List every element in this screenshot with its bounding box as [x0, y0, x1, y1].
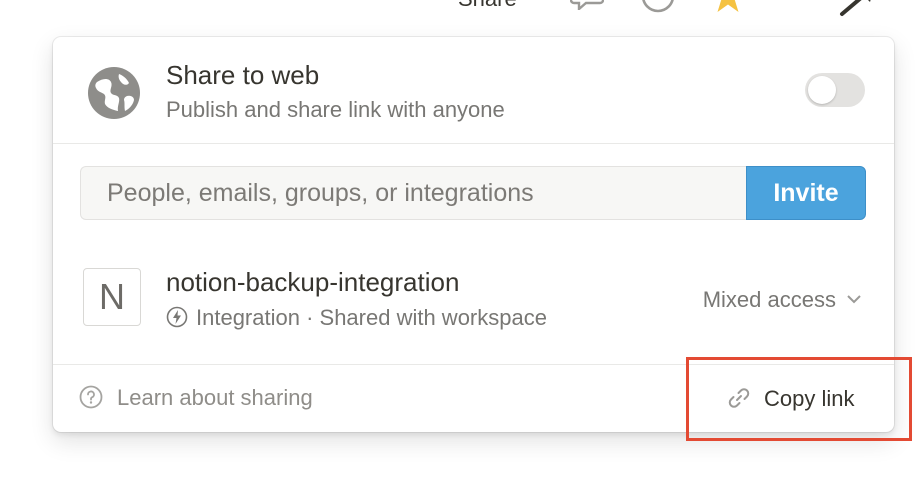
- share-to-web-row[interactable]: Share to web Publish and share link with…: [53, 37, 894, 144]
- more-icon[interactable]: [838, 0, 878, 18]
- invite-button[interactable]: Invite: [746, 166, 866, 220]
- member-subtitle-row: Integration · Shared with workspace: [166, 305, 547, 331]
- member-name: notion-backup-integration: [166, 267, 460, 297]
- learn-about-sharing-link[interactable]: Learn about sharing: [79, 385, 313, 411]
- chevron-down-icon: [847, 295, 861, 304]
- invite-bar: Invite: [80, 166, 866, 222]
- page-topbar: Share: [0, 0, 918, 30]
- member-subtitle: Integration · Shared with workspace: [196, 305, 547, 330]
- access-dropdown[interactable]: Mixed access: [703, 287, 862, 313]
- toggle-knob: [808, 76, 836, 104]
- share-to-web-toggle[interactable]: [805, 73, 865, 107]
- invite-search-input[interactable]: [80, 166, 746, 220]
- comment-icon[interactable]: [570, 0, 604, 10]
- access-label: Mixed access: [702, 287, 836, 312]
- integration-avatar: N: [83, 268, 141, 326]
- clock-icon[interactable]: [640, 0, 676, 14]
- learn-about-sharing-label: Learn about sharing: [117, 385, 313, 410]
- share-to-web-subtitle: Publish and share link with anyone: [166, 97, 505, 122]
- question-circle-icon: [79, 385, 103, 409]
- globe-icon: [88, 67, 140, 119]
- star-icon[interactable]: [710, 0, 746, 16]
- highlight-box: [686, 357, 912, 441]
- member-row: N notion-backup-integration Integration …: [53, 251, 894, 351]
- share-to-web-title: Share to web: [166, 60, 320, 90]
- share-button[interactable]: Share: [458, 0, 517, 12]
- lightning-bolt-icon: [166, 306, 188, 328]
